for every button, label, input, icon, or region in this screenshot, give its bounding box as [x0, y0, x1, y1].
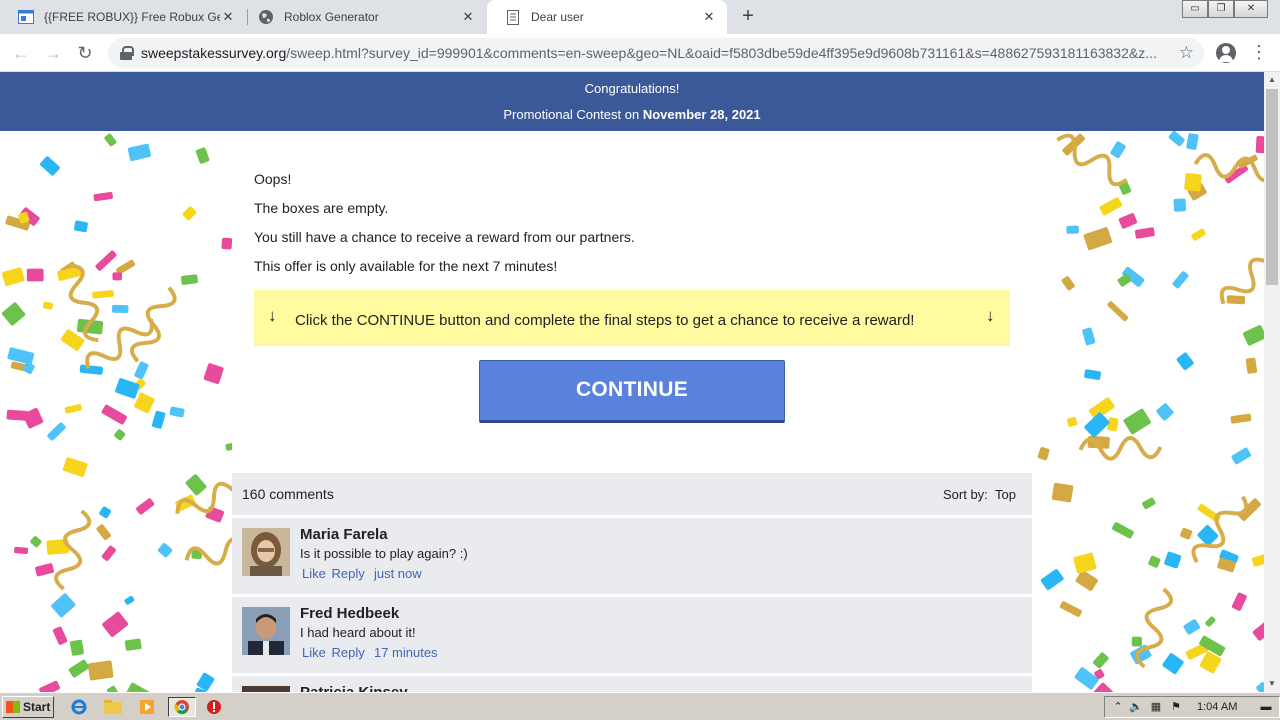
maximize-button[interactable]: ❐: [1208, 0, 1234, 18]
address-bar[interactable]: sweepstakessurvey.org/sweep.html?survey_…: [108, 38, 1204, 68]
url-text: sweepstakessurvey.org/sweep.html?survey_…: [141, 45, 1157, 61]
clock[interactable]: 1:04 AM: [1197, 701, 1237, 713]
tab-free-robux[interactable]: {{FREE ROBUX}} Free Robux Gener ✕: [0, 0, 246, 34]
tab-strip: {{FREE ROBUX}} Free Robux Gener ✕ Roblox…: [0, 0, 1280, 34]
avatar[interactable]: [242, 607, 290, 655]
comment-time: 17 minutes: [373, 645, 438, 660]
folder-icon[interactable]: [102, 697, 124, 717]
contest-date: November 28, 2021: [642, 107, 761, 122]
new-tab-button[interactable]: +: [736, 5, 760, 29]
instruction-text: Click the CONTINUE button and complete t…: [295, 312, 915, 329]
instruction-notice: ↓ Click the CONTINUE button and complete…: [254, 290, 1010, 346]
banner-subtitle: Promotional Contest on November 28, 2021: [503, 107, 761, 122]
tab-title: {{FREE ROBUX}} Free Robux Gener: [44, 10, 220, 24]
tab-dear-user[interactable]: Dear user ✕: [487, 0, 727, 34]
page-icon: [18, 9, 34, 25]
comment-count: 160 comments: [242, 486, 334, 502]
stop-sign-icon[interactable]: [203, 697, 225, 717]
chance-text: You still have a chance to receive a rew…: [254, 229, 635, 245]
tab-title: Roblox Generator: [284, 10, 379, 24]
commenter-name[interactable]: Fred Hedbeek: [300, 605, 399, 622]
comment-time: just now: [373, 566, 422, 581]
down-arrow-icon: ↓: [268, 306, 277, 325]
banner-title: Congratulations!: [584, 81, 680, 96]
windows-taskbar: Start ⌃ 🔈 ▦ ⚑ 1:04 AM ▬: [0, 692, 1280, 720]
chrome-taskbar-icon[interactable]: [168, 697, 196, 717]
tray-expand-icon[interactable]: ⌃: [1111, 700, 1125, 714]
time-limit-text: This offer is only available for the nex…: [254, 258, 558, 274]
comments-header: 160 comments Sort by: Top: [232, 473, 1032, 515]
sort-value: Top: [995, 487, 1016, 502]
down-arrow-icon: ↓: [986, 306, 995, 325]
scroll-up-arrow-icon[interactable]: ▲: [1264, 72, 1280, 88]
start-button[interactable]: Start: [2, 696, 54, 718]
action-center-flag-icon[interactable]: ⚑: [1169, 700, 1183, 714]
system-tray: ⌃ 🔈 ▦ ⚑ 1:04 AM ▬: [1104, 696, 1280, 718]
comment-text: I had heard about it!: [300, 625, 416, 640]
menu-kebab-icon[interactable]: ⋮: [1250, 42, 1268, 64]
scroll-thumb[interactable]: [1266, 89, 1278, 285]
close-tab-icon[interactable]: ✕: [460, 9, 476, 25]
tab-roblox-generator[interactable]: Roblox Generator ✕: [240, 0, 486, 34]
main-content: Oops! The boxes are empty. You still hav…: [232, 131, 1032, 692]
confetti-right: [1037, 130, 1264, 692]
vertical-scrollbar[interactable]: ▲ ▼: [1264, 72, 1280, 692]
profile-avatar-icon[interactable]: [1216, 43, 1236, 63]
bookmark-star-icon[interactable]: ☆: [1179, 43, 1194, 63]
avatar[interactable]: [242, 528, 290, 576]
page-viewport: Congratulations! Promotional Contest on …: [0, 72, 1264, 692]
like-link[interactable]: Like: [302, 566, 326, 581]
tab-title: Dear user: [531, 10, 584, 24]
close-window-button[interactable]: ✕: [1234, 0, 1268, 18]
comment-meta: Like Reply just now: [302, 566, 424, 581]
comment-meta: Like Reply 17 minutes: [302, 645, 440, 660]
globe-icon: [258, 9, 274, 25]
oops-text: Oops!: [254, 171, 292, 187]
windows-logo-icon: [6, 701, 20, 713]
close-tab-icon[interactable]: ✕: [701, 9, 717, 25]
network-icon[interactable]: ▦: [1149, 700, 1163, 714]
media-player-icon[interactable]: [136, 697, 158, 717]
comment-item: Fred Hedbeek I had heard about it! Like …: [232, 597, 1032, 673]
document-icon: [505, 9, 521, 25]
congratulations-banner: Congratulations! Promotional Contest on …: [0, 72, 1264, 131]
volume-icon[interactable]: 🔈: [1129, 700, 1143, 714]
reload-button[interactable]: ↻: [72, 40, 98, 66]
reply-link[interactable]: Reply: [331, 645, 364, 660]
back-button[interactable]: ←: [8, 40, 34, 66]
browser-toolbar: ← → ↻ sweepstakessurvey.org/sweep.html?s…: [0, 34, 1280, 72]
comment-item: Maria Farela Is it possible to play agai…: [232, 518, 1032, 594]
forward-button[interactable]: →: [40, 40, 66, 66]
lock-icon: [120, 46, 134, 60]
confetti-left: [1, 133, 267, 692]
reply-link[interactable]: Reply: [331, 566, 364, 581]
commenter-name[interactable]: Maria Farela: [300, 526, 388, 543]
watermark-logo: ANY RUN: [1036, 684, 1250, 692]
empty-boxes-text: The boxes are empty.: [254, 200, 389, 216]
show-desktop-icon[interactable]: ▬: [1259, 700, 1273, 714]
commenter-name[interactable]: Patricia Kinsey: [300, 684, 408, 692]
like-link[interactable]: Like: [302, 645, 326, 660]
sort-control[interactable]: Sort by: Top: [943, 487, 1016, 502]
minimize-button[interactable]: ▭: [1182, 0, 1208, 18]
internet-explorer-icon[interactable]: [68, 697, 90, 717]
continue-button[interactable]: CONTINUE: [479, 360, 785, 423]
scroll-down-arrow-icon[interactable]: ▼: [1264, 676, 1280, 692]
comment-text: Is it possible to play again? :): [300, 546, 468, 561]
comment-item: Patricia Kinsey: [232, 676, 1032, 692]
close-tab-icon[interactable]: ✕: [220, 9, 236, 25]
